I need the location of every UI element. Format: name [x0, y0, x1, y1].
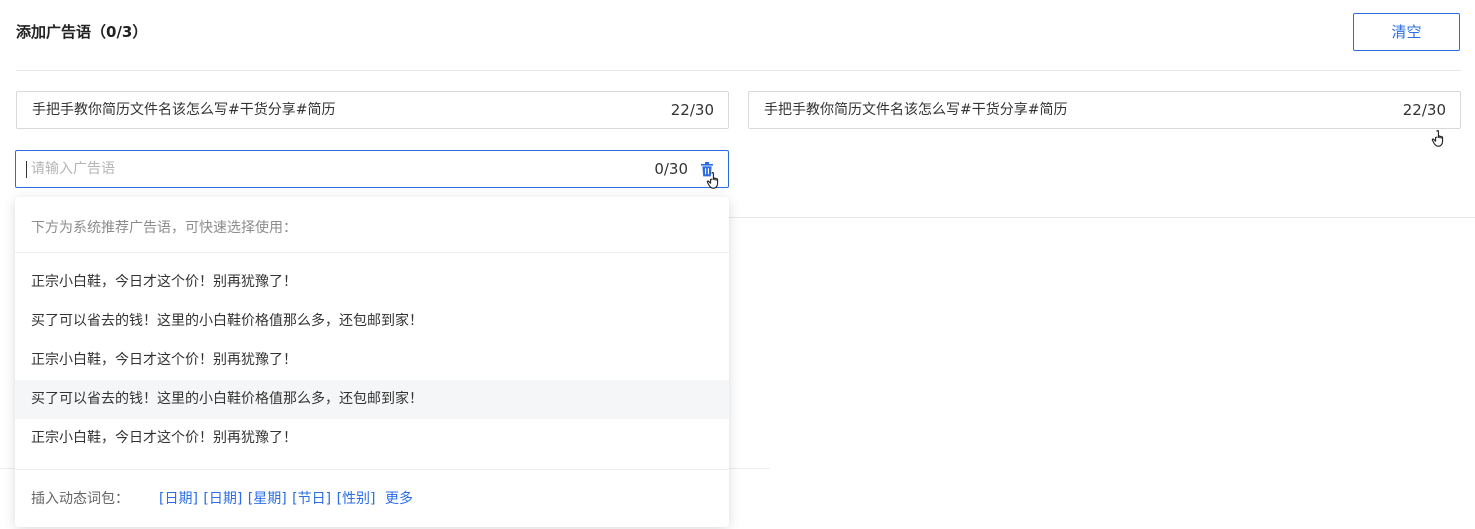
suggestion-item[interactable]: 正宗小白鞋，今日才这个价！别再犹豫了！	[15, 419, 729, 458]
section-divider	[729, 217, 1475, 218]
char-counter: 22/30	[670, 101, 714, 119]
suggestion-item[interactable]: 买了可以省去的钱！这里的小白鞋价格值那么多，还包邮到家！	[15, 302, 729, 341]
suggestion-item[interactable]: 正宗小白鞋，今日才这个价！别再犹豫了！	[15, 263, 729, 302]
dynamic-word-date[interactable]: [日期]	[203, 491, 242, 507]
suggestion-dropdown: 下方为系统推荐广告语，可快速选择使用： 正宗小白鞋，今日才这个价！别再犹豫了！ …	[15, 197, 729, 527]
suggestion-item[interactable]: 买了可以省去的钱！这里的小白鞋价格值那么多，还包邮到家！	[15, 380, 729, 419]
header-divider	[16, 70, 1461, 71]
slogan-placeholder: 请输入广告语	[31, 161, 115, 177]
ad-slogan-editor: 添加广告语（0/3） 清空 手把手教你简历文件名该怎么写#干货分享#简历 22/…	[0, 0, 1475, 529]
dynamic-word-links: [日期] [日期] [星期] [节日] [性别] 更多	[159, 487, 413, 511]
text-caret	[26, 161, 27, 178]
suggestion-item[interactable]: 正宗小白鞋，今日才这个价！别再犹豫了！	[15, 341, 729, 380]
dropdown-divider	[15, 252, 729, 253]
char-counter: 22/30	[1402, 101, 1446, 119]
slogan-text: 手把手教你简历文件名该怎么写#干货分享#简历	[32, 102, 336, 118]
hand-pointer-icon	[1431, 129, 1444, 147]
dynamic-word-weekday[interactable]: [星期]	[248, 491, 287, 507]
section-title: 添加广告语（0/3）	[16, 23, 148, 41]
dynamic-word-date[interactable]: [日期]	[159, 491, 198, 507]
dynamic-word-gender[interactable]: [性别]	[337, 491, 376, 507]
insert-dynamic-label: 插入动态词包：	[31, 491, 129, 507]
dynamic-word-holiday[interactable]: [节日]	[292, 491, 331, 507]
dropdown-hint: 下方为系统推荐广告语，可快速选择使用：	[31, 220, 297, 236]
slogan-input-2[interactable]: 手把手教你简历文件名该怎么写#干货分享#简历 22/30	[748, 91, 1461, 129]
hand-pointer-icon	[706, 171, 719, 189]
new-slogan-input[interactable]: 请输入广告语 0/30	[15, 150, 729, 188]
dropdown-divider	[15, 469, 729, 470]
more-words-link[interactable]: 更多	[385, 491, 413, 507]
clear-button[interactable]: 清空	[1353, 13, 1460, 51]
slogan-input-1[interactable]: 手把手教你简历文件名该怎么写#干货分享#简历 22/30	[16, 91, 729, 129]
slogan-text: 手把手教你简历文件名该怎么写#干货分享#简历	[764, 102, 1068, 118]
char-counter: 0/30	[654, 160, 688, 178]
